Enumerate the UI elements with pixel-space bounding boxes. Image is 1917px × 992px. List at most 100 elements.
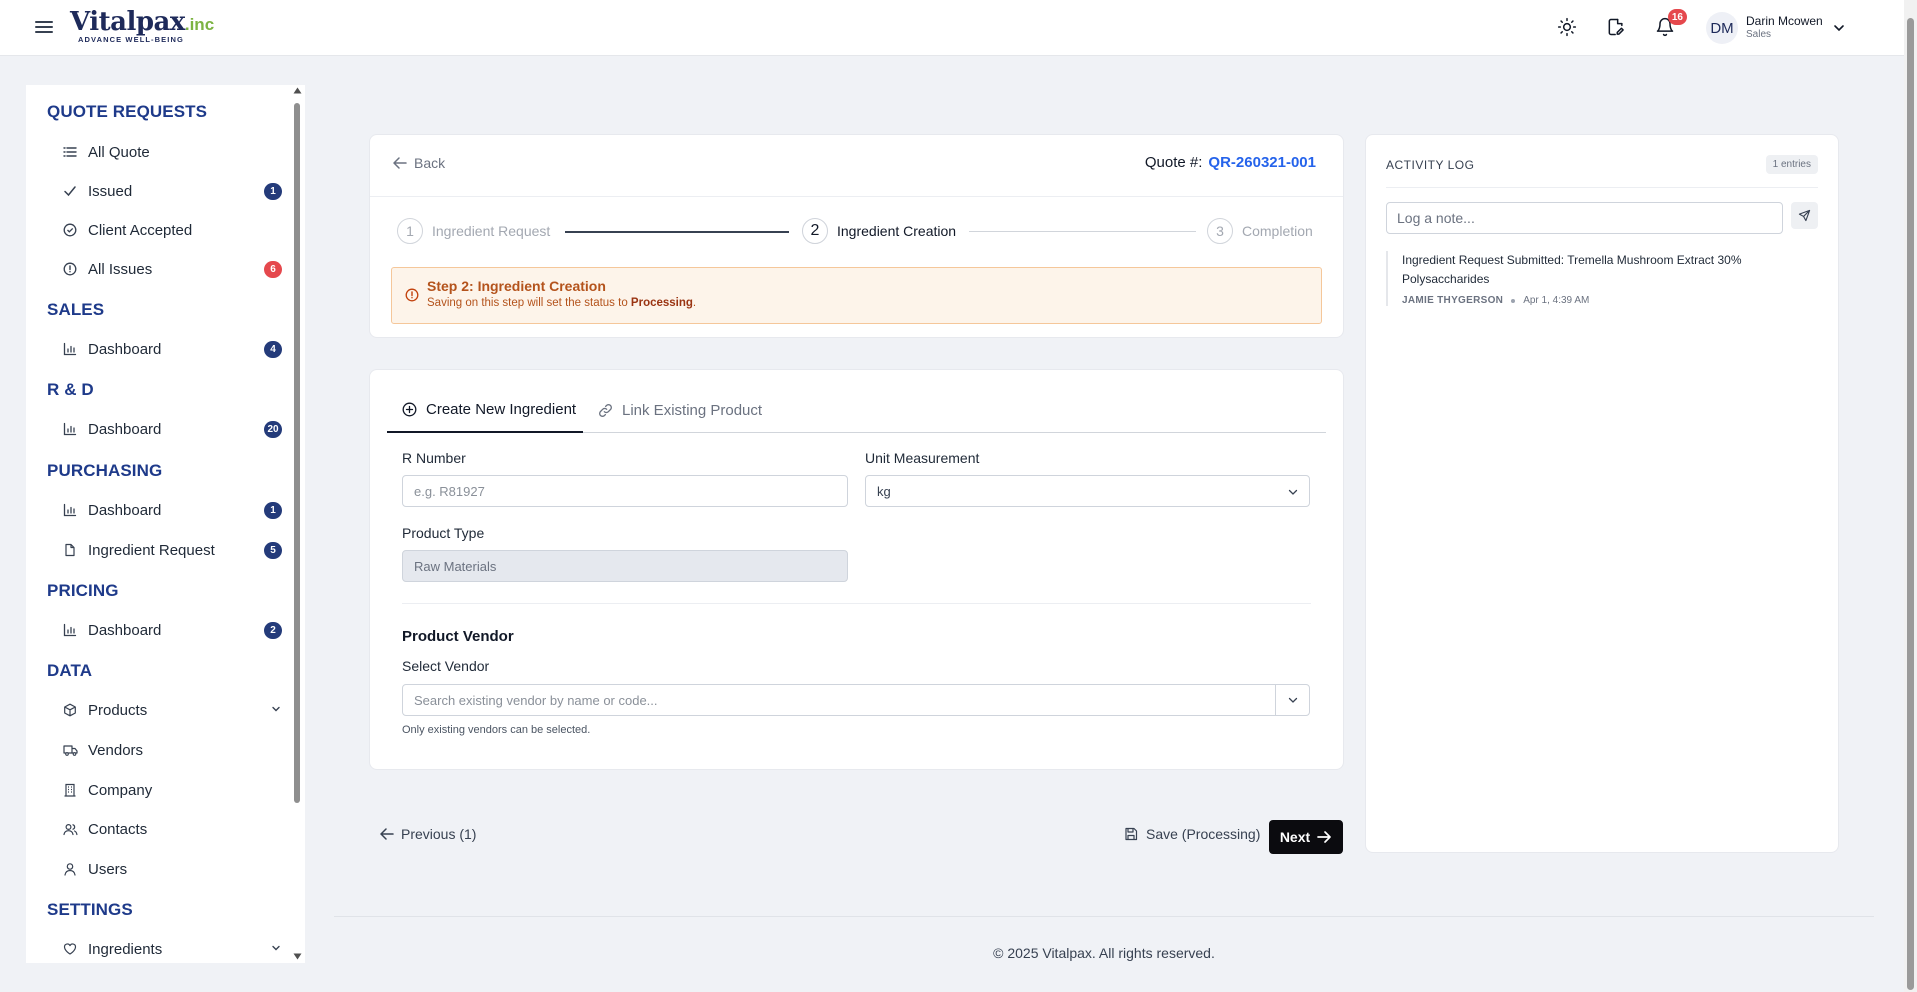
sidebar-item-ingredients[interactable]: Ingredients xyxy=(62,934,282,963)
document-icon xyxy=(62,542,78,558)
save-button[interactable]: Save (Processing) xyxy=(1124,826,1260,842)
chevron-down-icon xyxy=(272,945,280,951)
divider xyxy=(370,196,1343,197)
sidebar-item-sales-dashboard[interactable]: Dashboard 4 xyxy=(62,334,282,364)
quote-number[interactable]: QR-260321-001 xyxy=(1208,154,1316,171)
logo-text: Vitalpax xyxy=(70,7,185,37)
alert-title: Step 2: Ingredient Creation xyxy=(427,278,606,294)
sidebar-item-issued[interactable]: Issued 1 xyxy=(62,176,282,206)
theme-toggle-sun-icon[interactable] xyxy=(1554,14,1580,40)
scroll-up-arrow-icon[interactable] xyxy=(293,87,302,94)
count-badge: 5 xyxy=(264,542,282,559)
box-icon xyxy=(62,702,78,718)
arrow-left-icon xyxy=(393,157,407,169)
sidebar-item-purchasing-dashboard[interactable]: Dashboard 1 xyxy=(62,495,282,525)
ingredient-form-card: Create New Ingredient Link Existing Prod… xyxy=(369,369,1344,770)
truck-icon xyxy=(62,742,78,758)
notifications-bell-icon[interactable]: 16 xyxy=(1652,9,1687,40)
edit-document-icon[interactable] xyxy=(1603,14,1629,40)
save-icon xyxy=(1125,827,1138,841)
step-completion[interactable]: 3 Completion xyxy=(1207,218,1313,244)
user-menu[interactable]: DM Darin Mcowen Sales xyxy=(1706,11,1845,45)
check-icon xyxy=(62,183,78,199)
vendor-search-placeholder: Search existing vendor by name or code..… xyxy=(414,692,658,708)
product-type-field: Raw Materials xyxy=(402,550,848,582)
sidebar-item-contacts[interactable]: Contacts xyxy=(62,814,282,844)
activity-log-entry: Ingredient Request Submitted: Tremella M… xyxy=(1386,251,1816,306)
vendor-search-combobox[interactable]: Search existing vendor by name or code..… xyxy=(402,684,1310,716)
count-badge: 1 xyxy=(264,502,282,519)
unit-measurement-label: Unit Measurement xyxy=(865,450,980,466)
page-scrollbar[interactable] xyxy=(1904,0,1917,992)
send-icon xyxy=(1798,209,1811,222)
link-icon xyxy=(599,404,612,417)
footer-divider xyxy=(334,916,1874,917)
send-note-button[interactable] xyxy=(1791,202,1818,229)
sidebar-scrollbar[interactable] xyxy=(292,85,302,963)
count-badge: 2 xyxy=(264,622,282,639)
heart-icon xyxy=(62,941,78,957)
vendor-dropdown-toggle[interactable] xyxy=(1275,685,1309,715)
select-vendor-label: Select Vendor xyxy=(402,658,490,674)
tab-create-new-ingredient[interactable]: Create New Ingredient xyxy=(387,388,583,433)
step-ingredient-creation[interactable]: 2 Ingredient Creation xyxy=(802,218,956,244)
bar-chart-icon xyxy=(62,341,78,357)
page-scroll-thumb[interactable] xyxy=(1907,18,1914,990)
sidebar-item-users[interactable]: Users xyxy=(62,854,282,884)
divider xyxy=(1386,187,1818,188)
sidebar-item-rnd-dashboard[interactable]: Dashboard 20 xyxy=(62,414,282,444)
bar-chart-icon xyxy=(62,421,78,437)
sidebar-item-client-accepted[interactable]: Client Accepted xyxy=(62,215,282,245)
product-type-label: Product Type xyxy=(402,525,485,541)
check-circle-icon xyxy=(62,222,78,238)
alert-circle-icon xyxy=(62,261,78,277)
step-info-alert: Step 2: Ingredient Creation Saving on th… xyxy=(391,267,1322,324)
building-icon xyxy=(62,782,78,798)
plus-circle-icon xyxy=(402,402,417,417)
sidebar-item-products[interactable]: Products xyxy=(62,695,282,725)
notification-count-badge: 16 xyxy=(1667,9,1687,25)
sidebar-item-vendors[interactable]: Vendors xyxy=(62,735,282,765)
r-number-input[interactable] xyxy=(402,475,848,507)
chevron-down-icon xyxy=(1288,489,1298,495)
step-ingredient-request[interactable]: 1 Ingredient Request xyxy=(397,218,550,244)
activity-log-panel: ACTIVITY LOG 1 entries Ingredient Reques… xyxy=(1365,134,1839,853)
info-circle-icon xyxy=(405,288,419,302)
log-note-input[interactable] xyxy=(1386,202,1783,234)
chevron-down-icon xyxy=(1833,25,1844,32)
log-entry-text: Ingredient Request Submitted: Tremella M… xyxy=(1402,253,1742,286)
count-badge: 1 xyxy=(264,183,282,200)
count-badge: 4 xyxy=(264,341,282,358)
sidebar-item-all-issues[interactable]: All Issues 6 xyxy=(62,254,282,284)
unit-measurement-select[interactable]: kg xyxy=(865,475,1310,507)
section-purchasing: PURCHASING xyxy=(47,461,163,480)
sidebar-item-company[interactable]: Company xyxy=(62,775,282,805)
arrow-right-icon xyxy=(1317,831,1332,843)
list-icon xyxy=(62,144,78,160)
tab-link-existing-product[interactable]: Link Existing Product xyxy=(598,388,762,433)
alert-status: Processing xyxy=(630,297,693,309)
arrow-left-icon xyxy=(380,828,394,840)
sidebar-item-all-quote[interactable]: All Quote xyxy=(62,137,282,167)
section-pricing: PRICING xyxy=(47,581,119,600)
count-badge: 6 xyxy=(264,261,282,278)
sidebar-scroll-thumb[interactable] xyxy=(294,103,300,803)
back-button[interactable]: Back xyxy=(392,155,445,171)
users-icon xyxy=(62,821,78,837)
menu-icon[interactable] xyxy=(33,17,55,37)
next-button[interactable]: Next xyxy=(1269,820,1343,854)
entries-count-badge: 1 entries xyxy=(1765,155,1818,174)
chevron-down-icon xyxy=(1288,697,1297,703)
sidebar-item-pricing-dashboard[interactable]: Dashboard 2 xyxy=(62,615,282,645)
section-settings: SETTINGS xyxy=(47,900,133,919)
section-sales: SALES xyxy=(47,300,105,319)
logo[interactable]: Vitalpax.inc ADVANCE WELL-BEING xyxy=(70,7,214,45)
quote-stepper-card: Back Quote #: QR-260321-001 1 Ingredient … xyxy=(369,134,1344,338)
previous-button[interactable]: Previous (1) xyxy=(379,826,476,842)
quote-number-label: Quote #: QR-260321-001 xyxy=(1144,154,1316,171)
sidebar-item-ingredient-request[interactable]: Ingredient Request 5 xyxy=(62,535,282,565)
chevron-down-icon xyxy=(272,706,280,712)
r-number-label: R Number xyxy=(402,450,466,466)
footer-copyright: © 2025 Vitalpax. All rights reserved. xyxy=(993,945,1215,961)
scroll-down-arrow-icon[interactable] xyxy=(293,953,302,960)
